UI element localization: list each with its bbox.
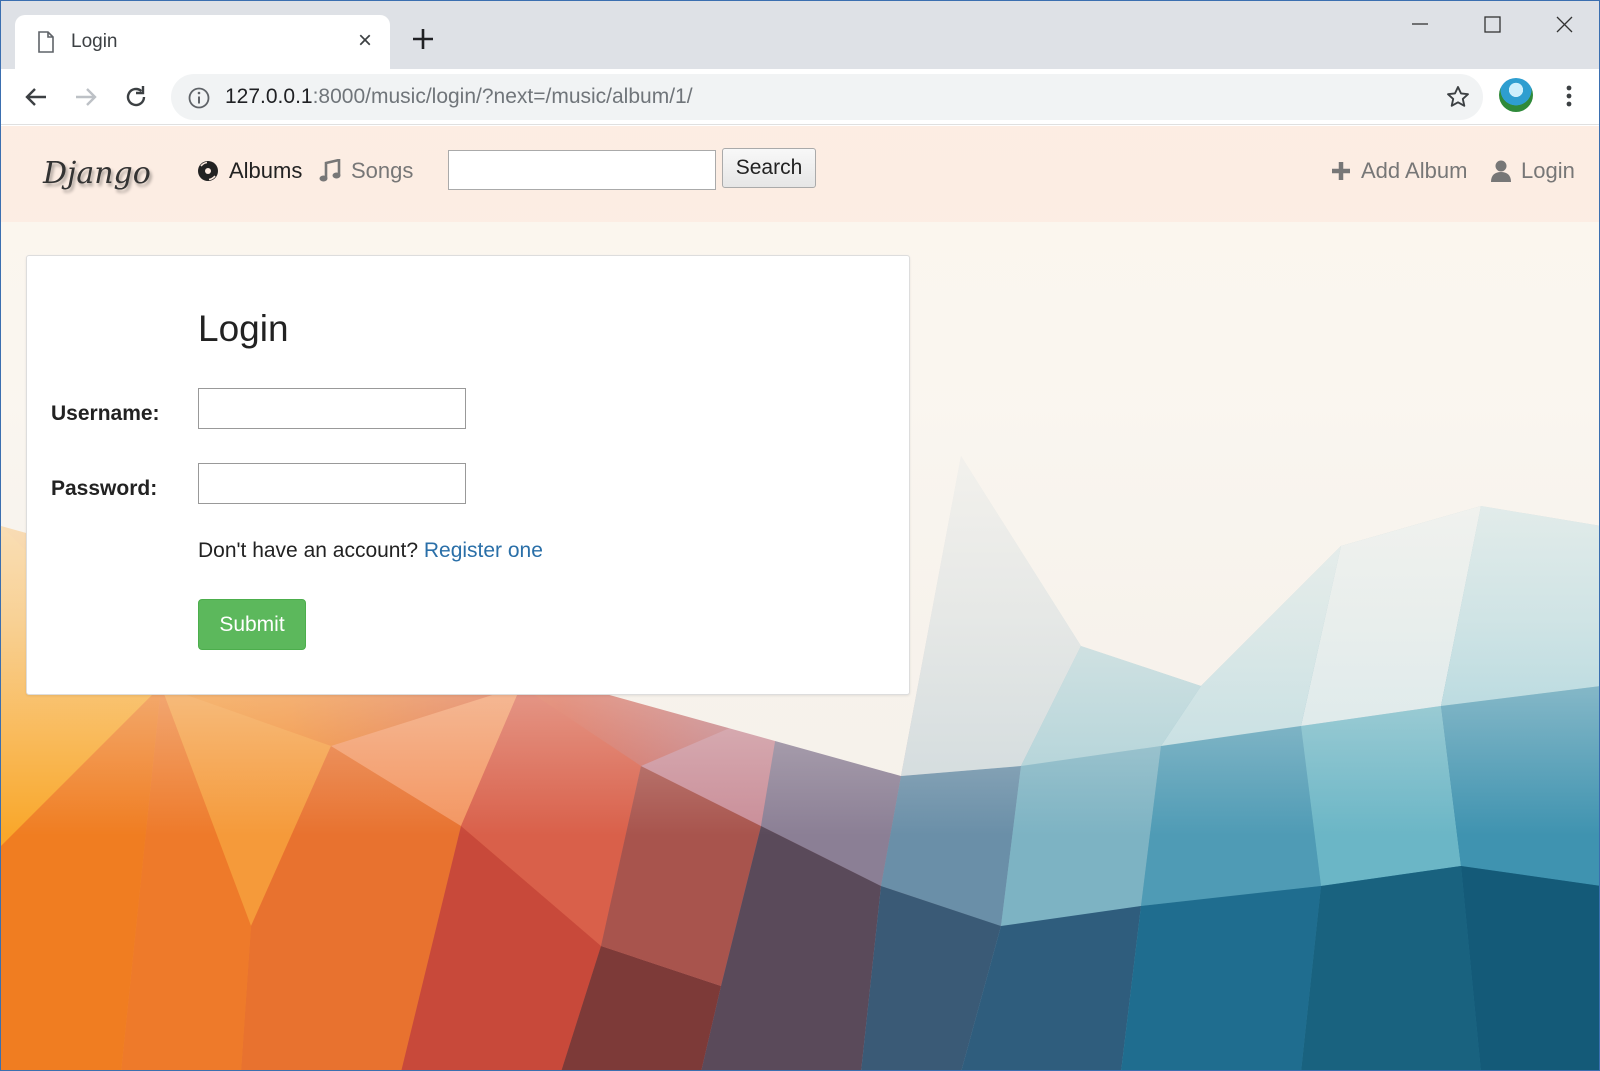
disc-icon <box>198 161 218 181</box>
tab-login[interactable]: Login × <box>15 15 390 69</box>
site-navbar: Django Albums Songs Search Add Album Log… <box>1 126 1599 222</box>
profile-avatar[interactable] <box>1499 78 1533 112</box>
bookmark-star-icon[interactable] <box>1445 84 1471 110</box>
plus-icon <box>1332 162 1350 180</box>
submit-button[interactable]: Submit <box>198 599 306 650</box>
maximize-icon[interactable] <box>1469 11 1515 41</box>
nav-login-link[interactable]: Login <box>1491 158 1575 184</box>
browser-menu-icon[interactable] <box>1556 81 1582 111</box>
password-label: Password: <box>51 477 158 500</box>
brand-logo[interactable]: Django <box>43 156 151 191</box>
username-label: Username: <box>51 402 160 425</box>
url-host: 127.0.0.1 <box>225 85 313 108</box>
register-link[interactable]: Register one <box>424 539 543 562</box>
page-icon <box>38 31 54 53</box>
back-icon[interactable] <box>20 81 52 113</box>
no-account-text: Don't have an account? <box>198 539 424 562</box>
info-icon[interactable] <box>187 86 211 110</box>
url-text: 127.0.0.1:8000/music/login/?next=/music/… <box>225 85 693 109</box>
browser-window: Login × 127.0.0.1:8000/music/login/?next… <box>0 0 1600 1071</box>
nav-albums-link[interactable]: Albums <box>197 158 302 184</box>
password-field[interactable] <box>198 463 466 504</box>
nav-add-album-label: Add Album <box>1361 158 1468 183</box>
minimize-icon[interactable] <box>1397 11 1443 41</box>
close-window-icon[interactable] <box>1541 11 1587 41</box>
reload-icon[interactable] <box>120 81 152 113</box>
register-prompt: Don't have an account? Register one <box>198 539 543 563</box>
url-path: :8000/music/login/?next=/music/album/1/ <box>312 85 693 108</box>
nav-songs-label: Songs <box>351 158 414 183</box>
search-button[interactable]: Search <box>722 148 816 188</box>
browser-toolbar: 127.0.0.1:8000/music/login/?next=/music/… <box>1 69 1599 125</box>
address-bar[interactable]: 127.0.0.1:8000/music/login/?next=/music/… <box>171 74 1483 120</box>
nav-add-album-link[interactable]: Add Album <box>1331 158 1467 184</box>
tab-close-icon[interactable]: × <box>354 29 376 53</box>
user-icon <box>1491 160 1511 182</box>
music-note-icon <box>319 159 341 182</box>
new-tab-icon[interactable] <box>409 25 437 53</box>
tab-title: Login <box>71 31 118 52</box>
nav-songs-link[interactable]: Songs <box>319 158 413 184</box>
page-viewport: Django Albums Songs Search Add Album Log… <box>1 126 1599 1070</box>
tab-strip: Login × <box>1 1 1599 69</box>
nav-albums-label: Albums <box>229 158 303 183</box>
login-title: Login <box>198 308 289 349</box>
search-input[interactable] <box>448 150 716 190</box>
forward-icon[interactable] <box>70 81 102 113</box>
username-field[interactable] <box>198 388 466 429</box>
nav-login-label: Login <box>1521 158 1575 183</box>
login-panel: Login Username: Password: Don't have an … <box>26 255 910 695</box>
